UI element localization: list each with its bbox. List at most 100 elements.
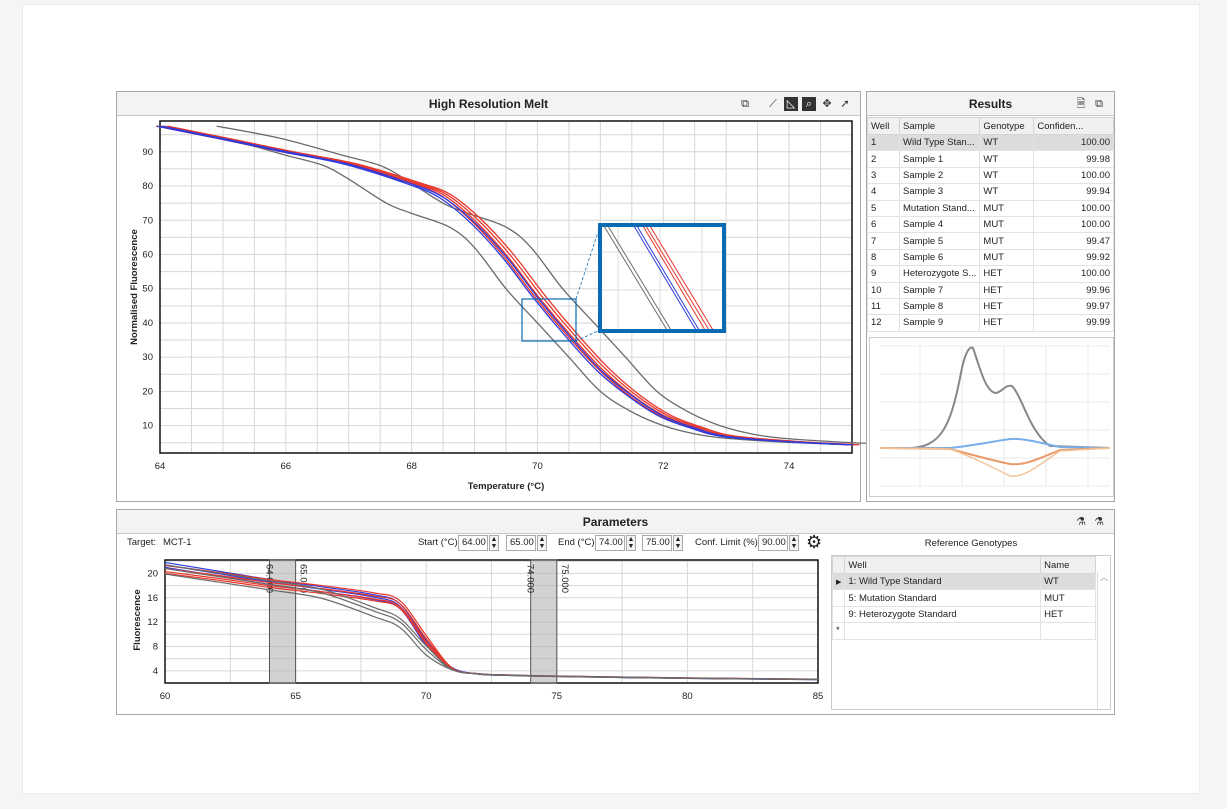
results-col-header[interactable]: Confiden... bbox=[1033, 117, 1114, 135]
results-cell: Sample 2 bbox=[898, 166, 981, 185]
hrm-panel: High Resolution Melt ⧉ ⟋ ◺ ⌕ ✥ ➚ bbox=[116, 91, 861, 502]
reference-cell: 1: Wild Type Standard bbox=[844, 572, 1042, 591]
conf-limit-label: Conf. Limit (%) bbox=[695, 537, 758, 548]
target-value[interactable]: MCT-1 bbox=[163, 535, 192, 551]
results-cell: Sample 6 bbox=[898, 248, 981, 267]
reference-table: Well Name ▶ 1: Wild Type Standard WT 5: Muta… bbox=[831, 555, 1111, 710]
results-cell: Sample 4 bbox=[898, 215, 981, 234]
results-row[interactable]: 4 Sample 3 WT 99.94 bbox=[867, 183, 1114, 201]
copy-icon[interactable]: ⧉ bbox=[738, 97, 752, 111]
settings-gear-icon[interactable]: ⚙ bbox=[806, 533, 822, 551]
results-cell: Sample 9 bbox=[898, 314, 981, 332]
results-cell: Wild Type Stan... bbox=[898, 133, 981, 152]
derivative-plot bbox=[879, 345, 1111, 487]
results-row[interactable]: 11 Sample 8 HET 99.97 bbox=[867, 297, 1114, 316]
results-cell: Mutation Stand... bbox=[898, 199, 981, 217]
end-to-input[interactable]: 75.00 bbox=[642, 535, 672, 551]
results-cell: 2 bbox=[867, 150, 900, 168]
reference-cell: 5: Mutation Standard bbox=[844, 589, 1042, 607]
results-cell: Sample 5 bbox=[898, 232, 981, 250]
results-cell: HET bbox=[979, 265, 1035, 283]
pan-icon[interactable]: ✥ bbox=[820, 97, 834, 111]
results-row[interactable]: 9 Heterozygote S... HET 100.00 bbox=[867, 265, 1114, 283]
chart-derivative-icon[interactable]: ◺ bbox=[784, 97, 798, 111]
results-cell: HET bbox=[979, 281, 1035, 299]
parameters-toolbar: ⚗ ⚗ bbox=[1074, 514, 1106, 530]
results-cell: 10 bbox=[867, 281, 900, 299]
row-marker: ▶ bbox=[831, 572, 846, 591]
results-row[interactable]: 7 Sample 5 MUT 99.47 bbox=[867, 232, 1114, 250]
reference-row[interactable]: 5: Mutation Standard MUT bbox=[831, 589, 1096, 607]
results-cell: MUT bbox=[979, 232, 1035, 250]
results-cell: WT bbox=[979, 166, 1035, 185]
results-cell: 1 bbox=[867, 133, 900, 152]
results-cell: HET bbox=[979, 314, 1035, 332]
start-from-spinner[interactable]: ▲ ▼ bbox=[489, 535, 499, 551]
results-col-header[interactable]: Genotype bbox=[979, 117, 1035, 135]
results-row[interactable]: 3 Sample 2 WT 100.00 bbox=[867, 166, 1114, 185]
results-cell: 100.00 bbox=[1033, 265, 1114, 283]
results-cell: 99.47 bbox=[1033, 232, 1114, 250]
row-marker bbox=[831, 605, 846, 624]
end-label: End (°C) bbox=[558, 537, 595, 548]
flask-settings-icon[interactable]: ⚗ bbox=[1092, 515, 1106, 529]
results-cell: 9 bbox=[867, 265, 900, 283]
start-to-spinner[interactable]: ▲ ▼ bbox=[537, 535, 547, 551]
flask-icon[interactable]: ⚗ bbox=[1074, 515, 1088, 529]
reference-title: Reference Genotypes bbox=[924, 538, 1018, 549]
reference-row[interactable]: 9: Heterozygote Standard HET bbox=[831, 605, 1096, 624]
chart-line-icon[interactable]: ⟋ bbox=[766, 97, 780, 111]
reference-scrollbar[interactable]: ︿ bbox=[1097, 572, 1110, 709]
results-row[interactable]: 5 Mutation Stand... MUT 100.00 bbox=[867, 199, 1114, 217]
conf-limit-spinner[interactable]: ▲ ▼ bbox=[789, 535, 799, 551]
reference-cell: WT bbox=[1040, 572, 1096, 591]
results-cell: MUT bbox=[979, 199, 1035, 217]
start-to-input[interactable]: 65.00 bbox=[506, 535, 536, 551]
results-cell: 99.96 bbox=[1033, 281, 1114, 299]
end-from-spinner[interactable]: ▲ ▼ bbox=[626, 535, 636, 551]
select-arrow-icon[interactable]: ➚ bbox=[838, 97, 852, 111]
results-cell: 99.92 bbox=[1033, 248, 1114, 267]
results-cell: MUT bbox=[979, 248, 1035, 267]
results-cell: MUT bbox=[979, 215, 1035, 234]
reference-cell: 9: Heterozygote Standard bbox=[844, 605, 1042, 624]
reference-new-row[interactable]: * bbox=[831, 622, 1096, 640]
start-from-input[interactable]: 64.00 bbox=[458, 535, 488, 551]
reference-cell: MUT bbox=[1040, 589, 1096, 607]
results-cell: 6 bbox=[867, 215, 900, 234]
results-row[interactable]: 2 Sample 1 WT 99.98 bbox=[867, 150, 1114, 168]
results-row[interactable]: 8 Sample 6 MUT 99.92 bbox=[867, 248, 1114, 267]
results-cell: 100.00 bbox=[1033, 199, 1114, 217]
ref-col-name: Name bbox=[1040, 556, 1096, 574]
results-cell: 100.00 bbox=[1033, 133, 1114, 152]
results-cell: 4 bbox=[867, 183, 900, 201]
new-row-marker: * bbox=[831, 622, 846, 640]
results-row[interactable]: 12 Sample 9 HET 99.99 bbox=[867, 314, 1114, 332]
results-table: Well Sample Genotype Confiden... 1 Wild Type… bbox=[867, 117, 1114, 332]
conf-limit-input[interactable]: 90.00 bbox=[758, 535, 788, 551]
results-row[interactable]: 10 Sample 7 HET 99.96 bbox=[867, 281, 1114, 299]
results-cell: 12 bbox=[867, 314, 900, 332]
results-col-header[interactable]: Well bbox=[867, 117, 900, 135]
results-cell: Sample 3 bbox=[898, 183, 981, 201]
results-col-header[interactable]: Sample bbox=[898, 117, 981, 135]
results-cell: 99.98 bbox=[1033, 150, 1114, 168]
end-from-input[interactable]: 74.00 bbox=[595, 535, 625, 551]
export-icon[interactable]: 🗎 bbox=[1074, 97, 1088, 111]
results-cell: 8 bbox=[867, 248, 900, 267]
start-label: Start (°C) bbox=[418, 537, 458, 548]
results-cell: Sample 8 bbox=[898, 297, 981, 316]
derivative-thumbnail[interactable] bbox=[869, 337, 1114, 497]
results-toolbar: 🗎 ⧉ bbox=[1074, 96, 1106, 112]
end-to-spinner[interactable]: ▲ ▼ bbox=[673, 535, 683, 551]
results-cell: 3 bbox=[867, 166, 900, 185]
copy-results-icon[interactable]: ⧉ bbox=[1092, 97, 1106, 111]
results-cell: 5 bbox=[867, 199, 900, 217]
row-marker bbox=[831, 589, 846, 607]
ref-col-well: Well bbox=[844, 556, 1042, 574]
results-panel: Results 🗎 ⧉ Well Sample Genotype Confiden..… bbox=[866, 91, 1115, 502]
results-row[interactable]: 6 Sample 4 MUT 100.00 bbox=[867, 215, 1114, 234]
zoom-icon[interactable]: ⌕ bbox=[802, 97, 816, 111]
results-row[interactable]: 1 Wild Type Stan... WT 100.00 bbox=[867, 133, 1114, 152]
reference-row[interactable]: ▶ 1: Wild Type Standard WT bbox=[831, 572, 1096, 591]
